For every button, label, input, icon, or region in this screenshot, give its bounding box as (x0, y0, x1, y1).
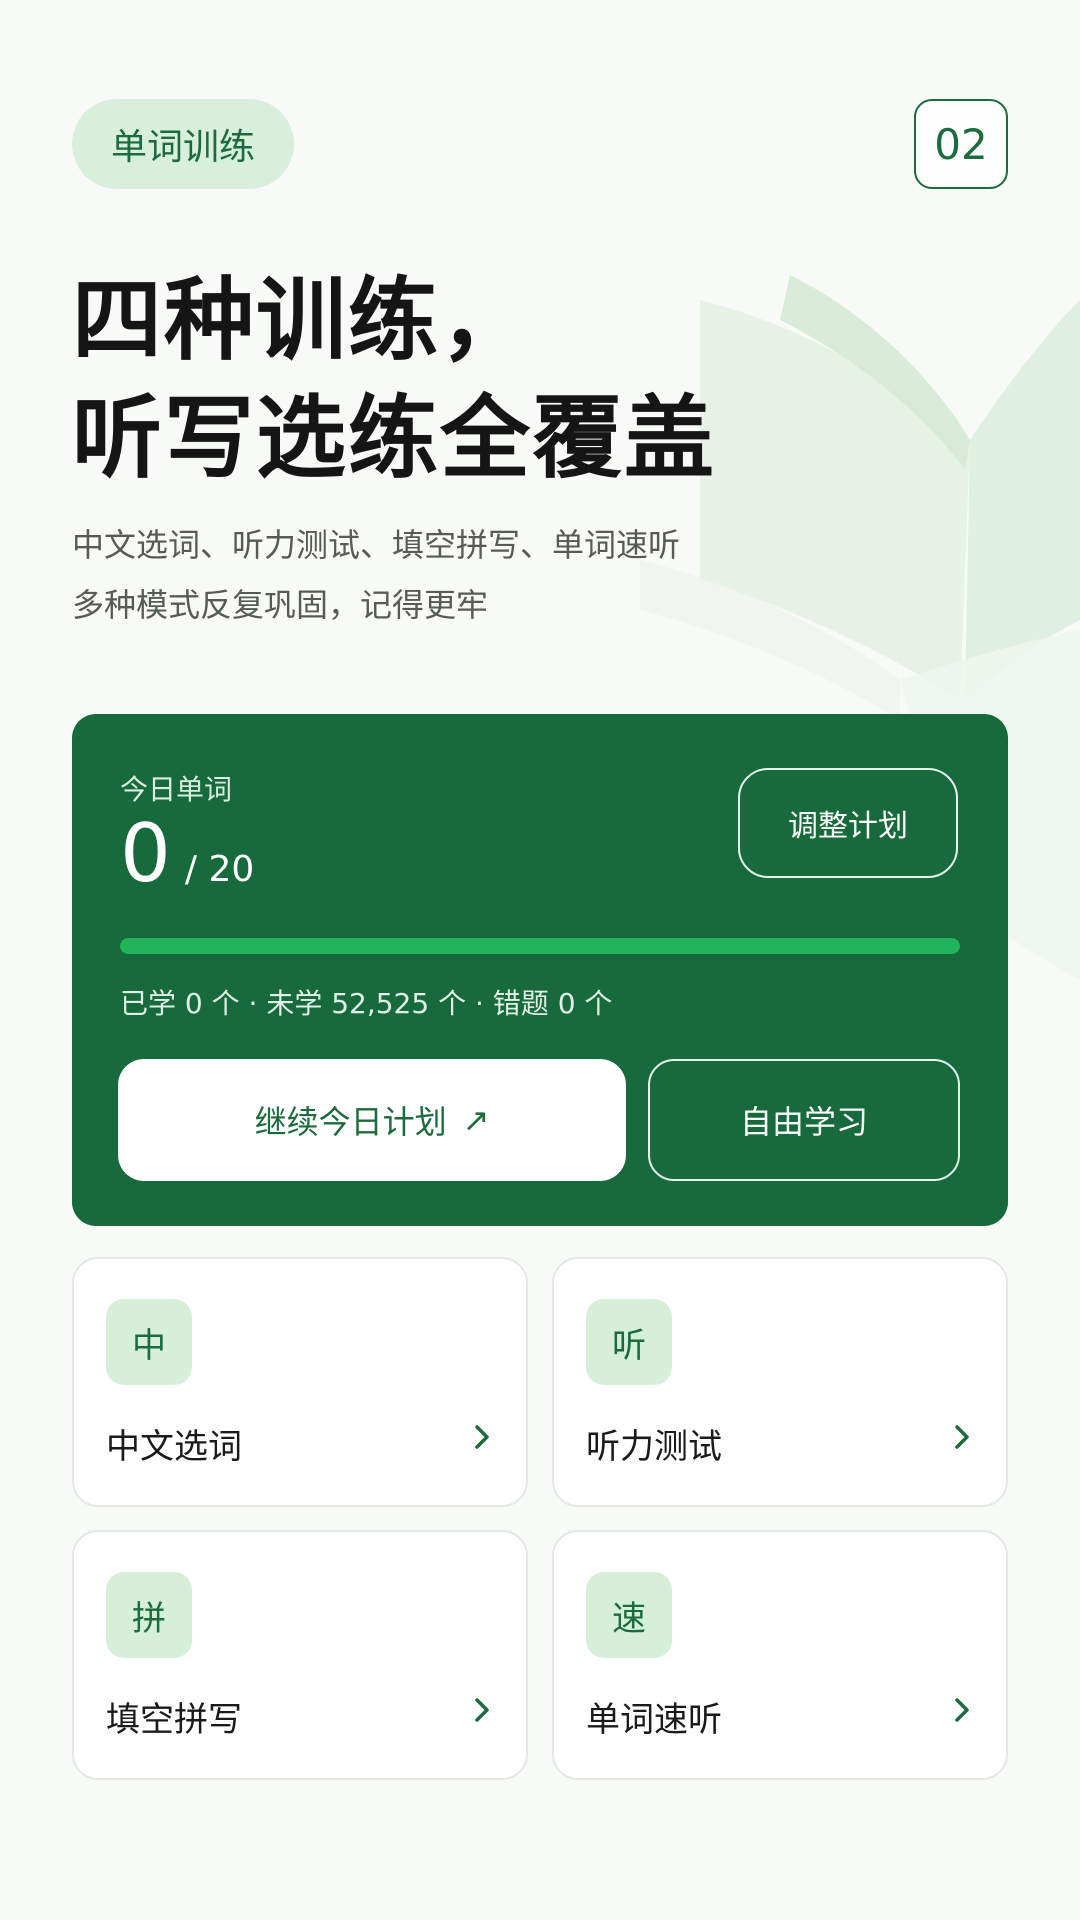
daily-plan-label: 今日单词 (120, 773, 233, 806)
adjust-plan-button[interactable]: 调整计划 (738, 768, 958, 878)
chevron-right-icon (475, 1698, 489, 1722)
daily-progress-fill (120, 938, 960, 954)
chevron-right-icon (955, 1698, 969, 1722)
continue-plan-label: 继续今日计划 (254, 1103, 447, 1141)
subtitle-line-2: 多种模式反复巩固，记得更牢 (72, 586, 489, 624)
mode-card-chinese-choice[interactable]: 中 中文选词 (72, 1257, 528, 1507)
page-subtitle: 中文选词、听力测试、填空拼写、单词速听 多种模式反复巩固，记得更牢 (72, 515, 832, 635)
mode-badge: 听 (586, 1299, 672, 1385)
mode-badge: 拼 (106, 1572, 192, 1658)
page-title-line-1: 四种训练， (72, 268, 532, 373)
mode-title: 中文选词 (106, 1427, 242, 1467)
page-title-line-2: 听写选练全覆盖 (72, 386, 716, 491)
mode-card-listening-test[interactable]: 听 听力测试 (552, 1257, 1008, 1507)
daily-goal: / 20 (184, 849, 255, 890)
chevron-right-icon (475, 1425, 489, 1449)
mode-card-quick-listen[interactable]: 速 单词速听 (552, 1530, 1008, 1780)
daily-plan-card: 今日单词 0 / 20 调整计划 已学 0 个 · 未学 52,525 个 · … (72, 714, 1008, 1226)
mode-title: 听力测试 (586, 1427, 722, 1467)
mode-card-fill-spelling[interactable]: 拼 填空拼写 (72, 1530, 528, 1780)
mode-badge: 中 (106, 1299, 192, 1385)
mode-title: 填空拼写 (106, 1700, 242, 1740)
mode-title: 单词速听 (586, 1700, 722, 1740)
mode-badge: 速 (586, 1572, 672, 1658)
section-tag: 单词训练 (72, 99, 294, 189)
page-title: 四种训练， 听写选练全覆盖 (72, 262, 832, 498)
study-stats: 已学 0 个 · 未学 52,525 个 · 错题 0 个 (120, 987, 613, 1020)
learned-count: 0 (120, 807, 171, 900)
daily-progress-bar (120, 938, 960, 954)
page-number: 02 (914, 99, 1008, 189)
continue-plan-button[interactable]: 继续今日计划 ↗ (118, 1059, 626, 1181)
daily-word-count: 0 / 20 (120, 814, 254, 894)
free-study-button[interactable]: 自由学习 (648, 1059, 960, 1181)
chevron-right-icon (955, 1425, 969, 1449)
arrow-up-right-icon: ↗ (462, 1101, 490, 1139)
subtitle-line-1: 中文选词、听力测试、填空拼写、单词速听 (72, 526, 681, 564)
